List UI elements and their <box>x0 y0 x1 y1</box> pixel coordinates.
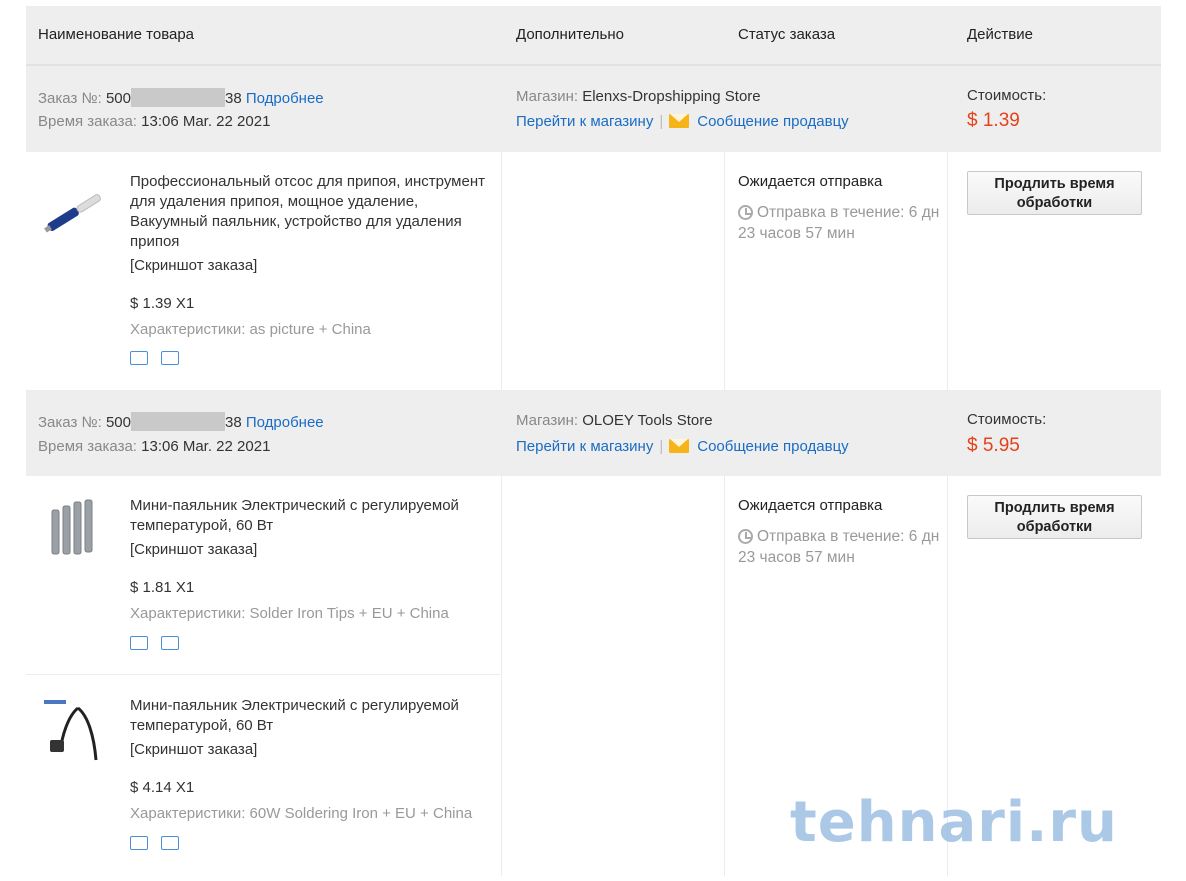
product-title[interactable]: Мини-паяльник Электрический с регулируем… <box>130 696 490 736</box>
order-screenshot-link[interactable]: [Скриншот заказа] <box>130 741 257 758</box>
product-image[interactable] <box>38 176 110 248</box>
order-cost: $ 1.39 <box>967 110 1020 131</box>
return-icon[interactable] <box>161 836 179 850</box>
order-screenshot-link[interactable]: [Скриншот заказа] <box>130 257 257 274</box>
extend-processing-button[interactable]: Продлить время обработки <box>967 171 1142 215</box>
item-divider <box>26 674 500 675</box>
order-number: Заказ №: 500 38 Подробнее <box>38 88 324 107</box>
order-header: Заказ №: 500 38 Подробнее Время заказа: 1… <box>26 66 1161 152</box>
store-links: Перейти к магазину | Сообщение продавцу <box>516 438 849 455</box>
product-title[interactable]: Профессиональный отсос для припоя, инстр… <box>130 172 490 252</box>
order-status: Ожидается отправка <box>738 173 883 190</box>
item-characteristics: Характеристики: 60W Soldering Iron + EU … <box>130 805 473 822</box>
item-price: $ 1.39 X1 <box>130 295 195 312</box>
order-cost: $ 5.95 <box>967 435 1020 456</box>
return-icon[interactable] <box>161 351 179 365</box>
col-header-extra: Дополнительно <box>516 26 624 43</box>
store-info: Магазин: Elenxs-Dropshipping Store <box>516 88 761 105</box>
watermark: tehnari.ru <box>790 790 1118 855</box>
message-seller-link[interactable]: Сообщение продавцу <box>697 438 848 455</box>
truck-icon[interactable] <box>130 836 148 850</box>
product-image[interactable] <box>38 496 110 568</box>
order-body: Профессиональный отсос для припоя, инстр… <box>26 152 1161 390</box>
shipping-eta: Отправка в течение: 6 дн 23 часов 57 мин <box>738 528 940 566</box>
order-time: Время заказа: 13:06 Mar. 22 2021 <box>38 113 271 130</box>
order-number: Заказ №: 500 38 Подробнее <box>38 412 324 431</box>
order-details-link[interactable]: Подробнее <box>246 90 324 107</box>
list-item: Мини-паяльник Электрический с регулируем… <box>26 676 500 876</box>
return-icon[interactable] <box>161 636 179 650</box>
envelope-icon <box>669 439 690 453</box>
extend-processing-button[interactable]: Продлить время обработки <box>967 495 1142 539</box>
redacted-number <box>130 88 225 107</box>
truck-icon[interactable] <box>130 636 148 650</box>
item-characteristics: Характеристики: as picture + China <box>130 321 371 338</box>
store-links: Перейти к магазину | Сообщение продавцу <box>516 113 849 130</box>
item-price: $ 4.14 X1 <box>130 779 195 796</box>
cost-label: Стоимость: <box>967 87 1047 104</box>
order-header: Заказ №: 500 38 Подробнее Время заказа: 1… <box>26 390 1161 476</box>
goto-store-link[interactable]: Перейти к магазину <box>516 113 653 130</box>
product-image[interactable] <box>38 696 110 768</box>
order-status: Ожидается отправка <box>738 497 883 514</box>
message-seller-link[interactable]: Сообщение продавцу <box>697 113 848 130</box>
order-time: Время заказа: 13:06 Mar. 22 2021 <box>38 438 271 455</box>
table-header: Наименование товара Дополнительно Статус… <box>26 6 1161 66</box>
envelope-icon <box>669 114 690 128</box>
product-title[interactable]: Мини-паяльник Электрический с регулируем… <box>130 496 490 536</box>
cost-label: Стоимость: <box>967 411 1047 428</box>
order-details-link[interactable]: Подробнее <box>246 414 324 431</box>
col-header-status: Статус заказа <box>738 26 836 43</box>
store-info: Магазин: OLOEY Tools Store <box>516 412 713 429</box>
clock-icon <box>738 205 753 220</box>
goto-store-link[interactable]: Перейти к магазину <box>516 438 653 455</box>
redacted-number <box>130 412 225 431</box>
orders-table: Наименование товара Дополнительно Статус… <box>26 6 1161 876</box>
truck-icon[interactable] <box>130 351 148 365</box>
col-header-action: Действие <box>967 26 1033 43</box>
item-characteristics: Характеристики: Solder Iron Tips + EU + … <box>130 605 449 622</box>
col-header-name: Наименование товара <box>38 26 195 43</box>
list-item: Профессиональный отсос для припоя, инстр… <box>26 152 500 390</box>
list-item: Мини-паяльник Электрический с регулируем… <box>26 476 500 672</box>
order-screenshot-link[interactable]: [Скриншот заказа] <box>130 541 257 558</box>
shipping-eta: Отправка в течение: 6 дн 23 часов 57 мин <box>738 204 940 242</box>
clock-icon <box>738 529 753 544</box>
item-price: $ 1.81 X1 <box>130 579 195 596</box>
